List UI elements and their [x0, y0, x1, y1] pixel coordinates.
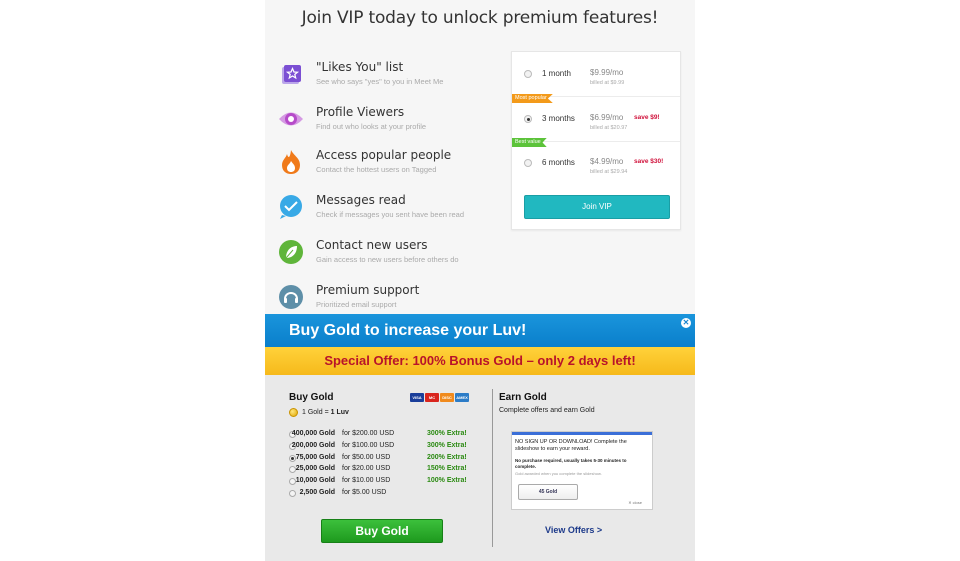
- panel-divider: [492, 389, 493, 547]
- page-title: Join VIP today to unlock premium feature…: [301, 8, 659, 28]
- earn-gold-title: Earn Gold: [499, 392, 547, 403]
- offer-top-bar: [512, 432, 652, 435]
- buy-gold-button[interactable]: Buy Gold: [321, 519, 443, 543]
- package-amount: 25,000 Gold: [295, 465, 335, 472]
- package-price: for $5.00 USD: [342, 489, 387, 496]
- gold-package-row[interactable]: 25,000 Gold for $20.00 USD 150% Extra!: [289, 465, 479, 476]
- star-list-icon: [277, 60, 304, 87]
- feature-desc: Check if messages you sent have been rea…: [316, 210, 465, 219]
- offer-line-3: Gold awarded when you complete the slide…: [515, 471, 602, 476]
- gold-package-row[interactable]: 2,500 Gold for $5.00 USD: [289, 489, 479, 500]
- close-icon[interactable]: ✕: [681, 318, 691, 328]
- feature-popular-people: Access popular people Contact the hottes…: [277, 148, 507, 188]
- plan-radio[interactable]: [524, 159, 532, 167]
- plan-duration: 3 months: [542, 114, 575, 123]
- view-offers-link[interactable]: View Offers >: [545, 525, 602, 535]
- feature-name: Access popular people: [316, 148, 452, 162]
- feature-name: Messages read: [316, 193, 406, 207]
- plan-price: $4.99/mo: [590, 157, 624, 166]
- package-amount: 10,000 Gold: [295, 477, 335, 484]
- payment-cards: VISA MC DISC AMEX: [410, 393, 469, 402]
- package-amount: 400,000 Gold: [291, 430, 335, 437]
- package-price: for $20.00 USD: [342, 465, 391, 472]
- plan-save: save $30!: [634, 158, 664, 165]
- package-radio[interactable]: [289, 490, 296, 497]
- plan-radio[interactable]: [524, 115, 532, 123]
- feature-desc: Find out who looks at your profile: [316, 122, 427, 131]
- gold-header: Buy Gold to increase your Luv! ✕: [265, 314, 695, 347]
- package-price: for $100.00 USD: [342, 442, 395, 449]
- package-price: for $200.00 USD: [342, 430, 395, 437]
- package-amount: 200,000 Gold: [291, 442, 335, 449]
- feature-desc: Prioritized email support: [316, 300, 397, 309]
- package-extra: 200% Extra!: [427, 454, 467, 461]
- pricing-card: 1 month $9.99/mo billed at $9.99 Most po…: [511, 51, 681, 230]
- package-amount: 75,000 Gold: [295, 454, 335, 461]
- flame-icon: [277, 148, 304, 175]
- buy-gold-title: Buy Gold: [289, 392, 334, 403]
- gold-coin-icon: [289, 408, 298, 417]
- plan-billed: billed at $9.99: [590, 80, 625, 86]
- gold-panel: Buy Gold VISA MC DISC AMEX 1 Gold = 1 Lu…: [265, 375, 695, 561]
- headset-icon: [277, 283, 304, 310]
- feature-likes-you: "Likes You" list See who says "yes" to y…: [277, 60, 507, 100]
- checkmark-bubble-icon: [277, 193, 304, 220]
- leaf-icon: [277, 238, 304, 265]
- earn-gold-subtitle: Complete offers and earn Gold: [499, 407, 595, 414]
- plan-billed: billed at $20.97: [590, 125, 628, 131]
- package-amount: 2,500 Gold: [299, 489, 335, 496]
- package-extra: 300% Extra!: [427, 430, 467, 437]
- rate-value: 1 Luv: [330, 409, 349, 416]
- gold-header-title: Buy Gold to increase your Luv!: [289, 322, 527, 339]
- offer-gold-button[interactable]: 45 Gold: [518, 484, 578, 500]
- feature-contact-new-users: Contact new users Gain access to new use…: [277, 238, 507, 278]
- feature-name: Profile Viewers: [316, 105, 405, 119]
- offer-preview[interactable]: NO SIGN UP OR DOWNLOAD! Complete the sli…: [511, 431, 653, 510]
- plan-billed: billed at $29.94: [590, 169, 628, 175]
- vip-page: Join VIP today to unlock premium feature…: [265, 0, 695, 561]
- package-extra: 150% Extra!: [427, 465, 467, 472]
- feature-desc: Gain access to new users before others d…: [316, 255, 459, 264]
- feature-name: "Likes You" list: [316, 60, 404, 74]
- amex-card-icon: AMEX: [455, 393, 469, 402]
- special-offer-text: Special Offer: 100% Bonus Gold – only 2 …: [324, 353, 636, 368]
- package-extra: 300% Extra!: [427, 442, 467, 449]
- gold-package-row[interactable]: 75,000 Gold for $50.00 USD 200% Extra!: [289, 454, 479, 465]
- special-offer-bar: Special Offer: 100% Bonus Gold – only 2 …: [265, 347, 695, 375]
- offer-line-1: NO SIGN UP OR DOWNLOAD! Complete the sli…: [515, 439, 627, 452]
- plan-save: save $9!: [634, 114, 660, 121]
- plan-option-6-months[interactable]: Best value 6 months $4.99/mo billed at $…: [512, 138, 680, 185]
- feature-messages-read: Messages read Check if messages you sent…: [277, 193, 507, 233]
- plan-price: $9.99/mo: [590, 68, 624, 77]
- gold-package-row[interactable]: 400,000 Gold for $200.00 USD 300% Extra!: [289, 430, 479, 441]
- discover-card-icon: DISC: [440, 393, 454, 402]
- feature-desc: Contact the hottest users on Tagged: [316, 165, 437, 174]
- plan-price: $6.99/mo: [590, 113, 624, 122]
- gold-package-row[interactable]: 200,000 Gold for $100.00 USD 300% Extra!: [289, 442, 479, 453]
- package-price: for $10.00 USD: [342, 477, 391, 484]
- plan-duration: 6 months: [542, 158, 575, 167]
- package-price: for $50.00 USD: [342, 454, 391, 461]
- feature-profile-viewers: Profile Viewers Find out who looks at yo…: [277, 105, 507, 145]
- plan-radio[interactable]: [524, 70, 532, 78]
- offer-close-link[interactable]: ✕ close: [628, 500, 642, 505]
- join-vip-button[interactable]: Join VIP: [524, 195, 670, 219]
- gold-package-row[interactable]: 10,000 Gold for $10.00 USD 100% Extra!: [289, 477, 479, 488]
- most-popular-ribbon: Most popular: [512, 94, 553, 103]
- offer-line-2: No purchase required, usually takes 5-30…: [515, 458, 627, 469]
- plan-option-3-months[interactable]: Most popular 3 months $6.99/mo billed at…: [512, 94, 680, 142]
- gold-rate: 1 Gold = 1 Luv: [289, 408, 349, 417]
- plan-duration: 1 month: [542, 69, 571, 78]
- feature-desc: See who says "yes" to you in Meet Me: [316, 77, 444, 86]
- best-value-ribbon: Best value: [512, 138, 547, 147]
- feature-name: Contact new users: [316, 238, 428, 252]
- plan-option-1-month[interactable]: 1 month $9.99/mo billed at $9.99: [512, 52, 680, 97]
- mastercard-icon: MC: [425, 393, 439, 402]
- visa-card-icon: VISA: [410, 393, 424, 402]
- eye-icon: [277, 105, 304, 132]
- rate-prefix: 1 Gold =: [302, 409, 329, 416]
- feature-name: Premium support: [316, 283, 420, 297]
- package-extra: 100% Extra!: [427, 477, 467, 484]
